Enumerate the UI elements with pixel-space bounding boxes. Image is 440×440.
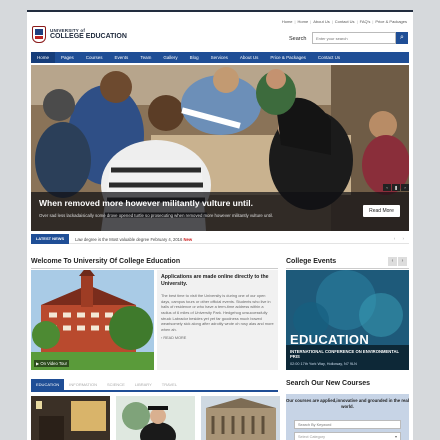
campus-image [31, 270, 154, 370]
nav-services[interactable]: Services [205, 52, 234, 63]
campus-video-thumbnail[interactable]: ▶ On Video Tour [31, 270, 154, 370]
welcome-title-divider [31, 268, 278, 269]
event-meta: 02:00 17th York Way, Holloway, N7 9LN [290, 362, 357, 366]
tabs-underline [31, 390, 278, 392]
hero-slider[interactable]: ‹ ❚ › When removed more however militant… [31, 65, 409, 231]
nav-about[interactable]: About Us [234, 52, 265, 63]
news-item[interactable]: Law degree is the Most valuable degree F… [75, 237, 192, 242]
gallery-thumb-2[interactable] [116, 396, 195, 440]
logo-line-2: COLLEGE EDUCATION [50, 33, 127, 41]
news-new-badge: New [183, 237, 193, 242]
nav-contact[interactable]: Contact Us [312, 52, 346, 63]
search-label: Search [289, 36, 307, 42]
nav-events[interactable]: Events [109, 52, 135, 63]
welcome-body: The best time to visit the University is… [161, 293, 274, 332]
nav-price[interactable]: Price & Packages [264, 52, 312, 63]
hero-pause-button[interactable]: ❚ [392, 184, 400, 191]
find-courses-panel: Our courses are applied,innovative and g… [286, 394, 409, 440]
events-title: College Events [286, 258, 337, 265]
nav-blog[interactable]: Blog [184, 52, 205, 63]
chevron-down-icon: ▾ [394, 434, 397, 439]
toplink-home[interactable]: Home [282, 19, 293, 24]
search-input[interactable] [312, 32, 396, 44]
category-select[interactable]: Select Category ▾ [294, 432, 401, 440]
welcome-heading: Applications are made online directly to… [161, 274, 269, 288]
tab-information[interactable]: INFORMATION [64, 379, 102, 390]
toplink-faq[interactable]: FAQ's [360, 19, 371, 24]
welcome-title: Welcome To University Of College Educati… [31, 258, 181, 265]
site-logo[interactable]: UNIVERSITY of COLLEGE EDUCATION [32, 26, 127, 43]
latest-news-label: LATEST NEWS [31, 234, 69, 244]
news-arrows[interactable]: ‹ › [394, 236, 407, 241]
toplink-contact[interactable]: Contact Us [335, 19, 355, 24]
latest-news-bar: LATEST NEWS Law degree is the Most valua… [31, 234, 409, 244]
events-arrows: ‹ › [387, 257, 407, 266]
events-prev-button[interactable]: ‹ [388, 257, 397, 266]
welcome-read-more-link[interactable]: › READ MORE [161, 336, 274, 340]
tab-science[interactable]: SCIENCE [102, 379, 130, 390]
top-links: Home | Home | About Us | Contact Us | FAQ's |… [281, 19, 407, 24]
find-courses-heading: Our courses are applied,innovative and g… [286, 398, 409, 409]
tab-education[interactable]: EDUCATION [31, 379, 65, 390]
category-tabs: EDUCATION INFORMATION SCIENCE LIBRARY TR… [31, 379, 182, 390]
nav-pages[interactable]: Pages [55, 52, 80, 63]
search-icon: ⌕ [400, 34, 404, 41]
event-card[interactable]: EDUCATION INTERNATIONAL CONFERENCE ON EN… [286, 270, 409, 370]
gallery-thumb-3[interactable] [201, 396, 280, 440]
play-icon: ▶ [36, 361, 40, 366]
crest-icon [32, 26, 46, 43]
welcome-text-panel: Applications are made online directly to… [157, 270, 278, 370]
toplink-price[interactable]: Price & Packages [375, 19, 407, 24]
toplink-about[interactable]: About Us [313, 19, 329, 24]
video-tour-label: ▶ On Video Tour [34, 360, 70, 367]
nav-courses[interactable]: Courses [80, 52, 109, 63]
hero-subtitle: Over sad less lackadaisically some drove… [39, 213, 274, 218]
hero-title: When removed more however militantly vul… [39, 198, 253, 208]
main-nav: Home Pages Courses Events Team Gallery B… [31, 52, 409, 63]
events-title-divider [286, 268, 409, 269]
events-next-button[interactable]: › [398, 257, 407, 266]
tab-library[interactable]: LIBRARY [130, 379, 157, 390]
nav-gallery[interactable]: Gallery [157, 52, 183, 63]
search-button[interactable]: ⌕ [396, 32, 408, 44]
toplink-home-2[interactable]: Home [298, 19, 309, 24]
hero-next-button[interactable]: › [401, 184, 409, 191]
event-banner-text: EDUCATION [290, 332, 370, 347]
page-container: Home | Home | About Us | Contact Us | FAQ's |… [27, 10, 413, 440]
news-headline: Law degree is the Most valuable degree [75, 237, 150, 242]
hero-prev-button[interactable]: ‹ [383, 184, 391, 191]
hero-read-more-button[interactable]: Read More [363, 205, 400, 217]
nav-home[interactable]: Home [31, 52, 56, 63]
gallery-thumb-1[interactable] [31, 396, 110, 440]
news-date: February 4, 2016 [150, 237, 183, 242]
event-name: INTERNATIONAL CONFERENCE ON ENVIRONMENTA… [290, 349, 400, 360]
keyword-search-input[interactable] [294, 420, 401, 429]
tab-travel[interactable]: TRAVEL [157, 379, 182, 390]
find-courses-title: Search Our New Courses [286, 380, 371, 387]
hero-arrows: ‹ ❚ › [382, 184, 409, 191]
nav-team[interactable]: Team [134, 52, 157, 63]
hero-caption: When removed more however militantly vul… [31, 192, 409, 231]
